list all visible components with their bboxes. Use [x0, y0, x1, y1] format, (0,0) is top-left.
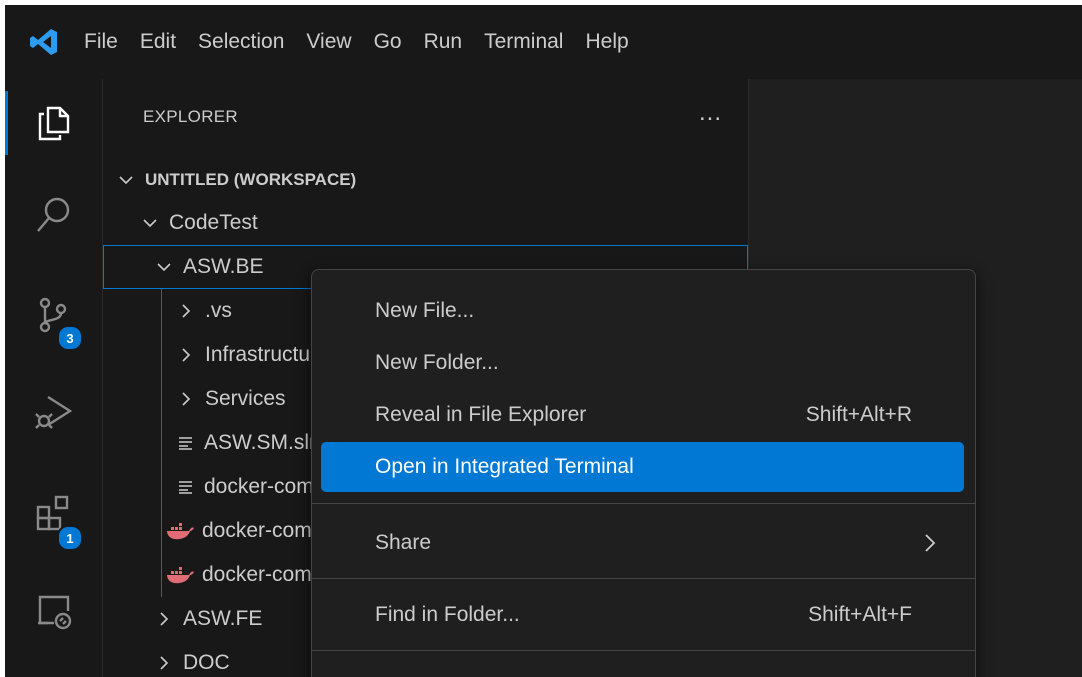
- tree-item-label: ASW.BE: [183, 255, 264, 278]
- menu-separator: [312, 503, 975, 504]
- menu-item-label: Reveal in File Explorer: [375, 403, 587, 426]
- menu-item-shortcut: Shift+Alt+F: [808, 603, 912, 626]
- chevron-right-icon: [153, 608, 175, 630]
- context-menu: New File... New Folder... Reveal in File…: [311, 269, 976, 677]
- menu-item-label: Find in Folder...: [375, 603, 520, 626]
- text-file-icon: [175, 432, 197, 454]
- menu-item-label: New Folder...: [375, 351, 499, 374]
- search-icon: [36, 197, 69, 232]
- source-control-badge: 3: [57, 325, 83, 351]
- chevron-right-icon: [175, 300, 197, 322]
- menu-file[interactable]: File: [73, 5, 129, 79]
- menu-item-new-folder[interactable]: New Folder...: [321, 338, 964, 388]
- menu-item-open-in-integrated-terminal[interactable]: Open in Integrated Terminal: [321, 442, 964, 492]
- menu-separator: [312, 578, 975, 579]
- run-debug-icon: [34, 395, 72, 429]
- chevron-down-icon: [139, 212, 161, 234]
- tree-item-label: ASW.FE: [183, 607, 263, 630]
- explorer-header: EXPLORER ...: [103, 79, 748, 157]
- more-actions-icon[interactable]: ...: [699, 99, 722, 127]
- chevron-down-icon: [153, 256, 175, 278]
- activity-search[interactable]: [5, 175, 102, 255]
- activity-extensions[interactable]: 1: [5, 473, 102, 553]
- tree-item-label: ASW.SM.sln: [204, 431, 321, 454]
- menu-go[interactable]: Go: [363, 5, 413, 79]
- tree-item-label: DOC: [183, 651, 230, 674]
- menu-edit[interactable]: Edit: [129, 5, 187, 79]
- vscode-logo-icon: [30, 29, 57, 55]
- explorer-title: EXPLORER: [143, 107, 238, 126]
- menu-bar: File Edit Selection View Go Run Terminal…: [5, 5, 1082, 79]
- activity-remote-explorer[interactable]: [5, 571, 102, 651]
- menu-item-share[interactable]: Share: [321, 518, 964, 568]
- workspace-label: UNTITLED (WORKSPACE): [145, 170, 357, 189]
- menu-item-label: Share: [375, 531, 432, 554]
- workspace-section-header[interactable]: UNTITLED (WORKSPACE): [103, 157, 748, 203]
- activity-run-debug[interactable]: [5, 371, 102, 451]
- menu-item-find-in-folder[interactable]: Find in Folder... Shift+Alt+F: [321, 590, 964, 640]
- menu-item-shortcut: Shift+Alt+R: [805, 403, 912, 426]
- remote-explorer-icon: [37, 595, 71, 630]
- menu-separator: [312, 650, 975, 651]
- chevron-down-icon: [115, 169, 137, 191]
- tree-item-label: CodeTest: [169, 211, 258, 234]
- chevron-right-icon: [153, 652, 175, 674]
- menu-item-reveal-in-file-explorer[interactable]: Reveal in File Explorer Shift+Alt+R: [321, 390, 964, 440]
- menu-help[interactable]: Help: [574, 5, 639, 79]
- extensions-badge: 1: [57, 525, 83, 551]
- chevron-right-icon: [175, 344, 197, 366]
- tree-item-codetest[interactable]: CodeTest: [103, 201, 748, 245]
- menu-view[interactable]: View: [295, 5, 362, 79]
- tree-item-label: .vs: [205, 299, 232, 322]
- docker-icon: [165, 564, 195, 586]
- docker-icon: [165, 520, 195, 542]
- chevron-right-icon: [175, 388, 197, 410]
- vscode-window: File Edit Selection View Go Run Terminal…: [5, 5, 1082, 677]
- menu-item-label: New File...: [375, 299, 475, 322]
- tree-item-label: Services: [205, 387, 286, 410]
- activity-source-control[interactable]: 3: [5, 275, 102, 355]
- activity-explorer[interactable]: [5, 83, 102, 163]
- menu-item-label: Open in Integrated Terminal: [375, 455, 634, 478]
- chevron-right-icon: [920, 532, 940, 560]
- activity-bar: 3 1: [5, 79, 103, 677]
- menu-item-new-file[interactable]: New File...: [321, 286, 964, 336]
- menu-run[interactable]: Run: [413, 5, 474, 79]
- menu-terminal[interactable]: Terminal: [473, 5, 574, 79]
- menu-selection[interactable]: Selection: [187, 5, 295, 79]
- files-icon: [38, 106, 69, 141]
- text-file-icon: [175, 476, 197, 498]
